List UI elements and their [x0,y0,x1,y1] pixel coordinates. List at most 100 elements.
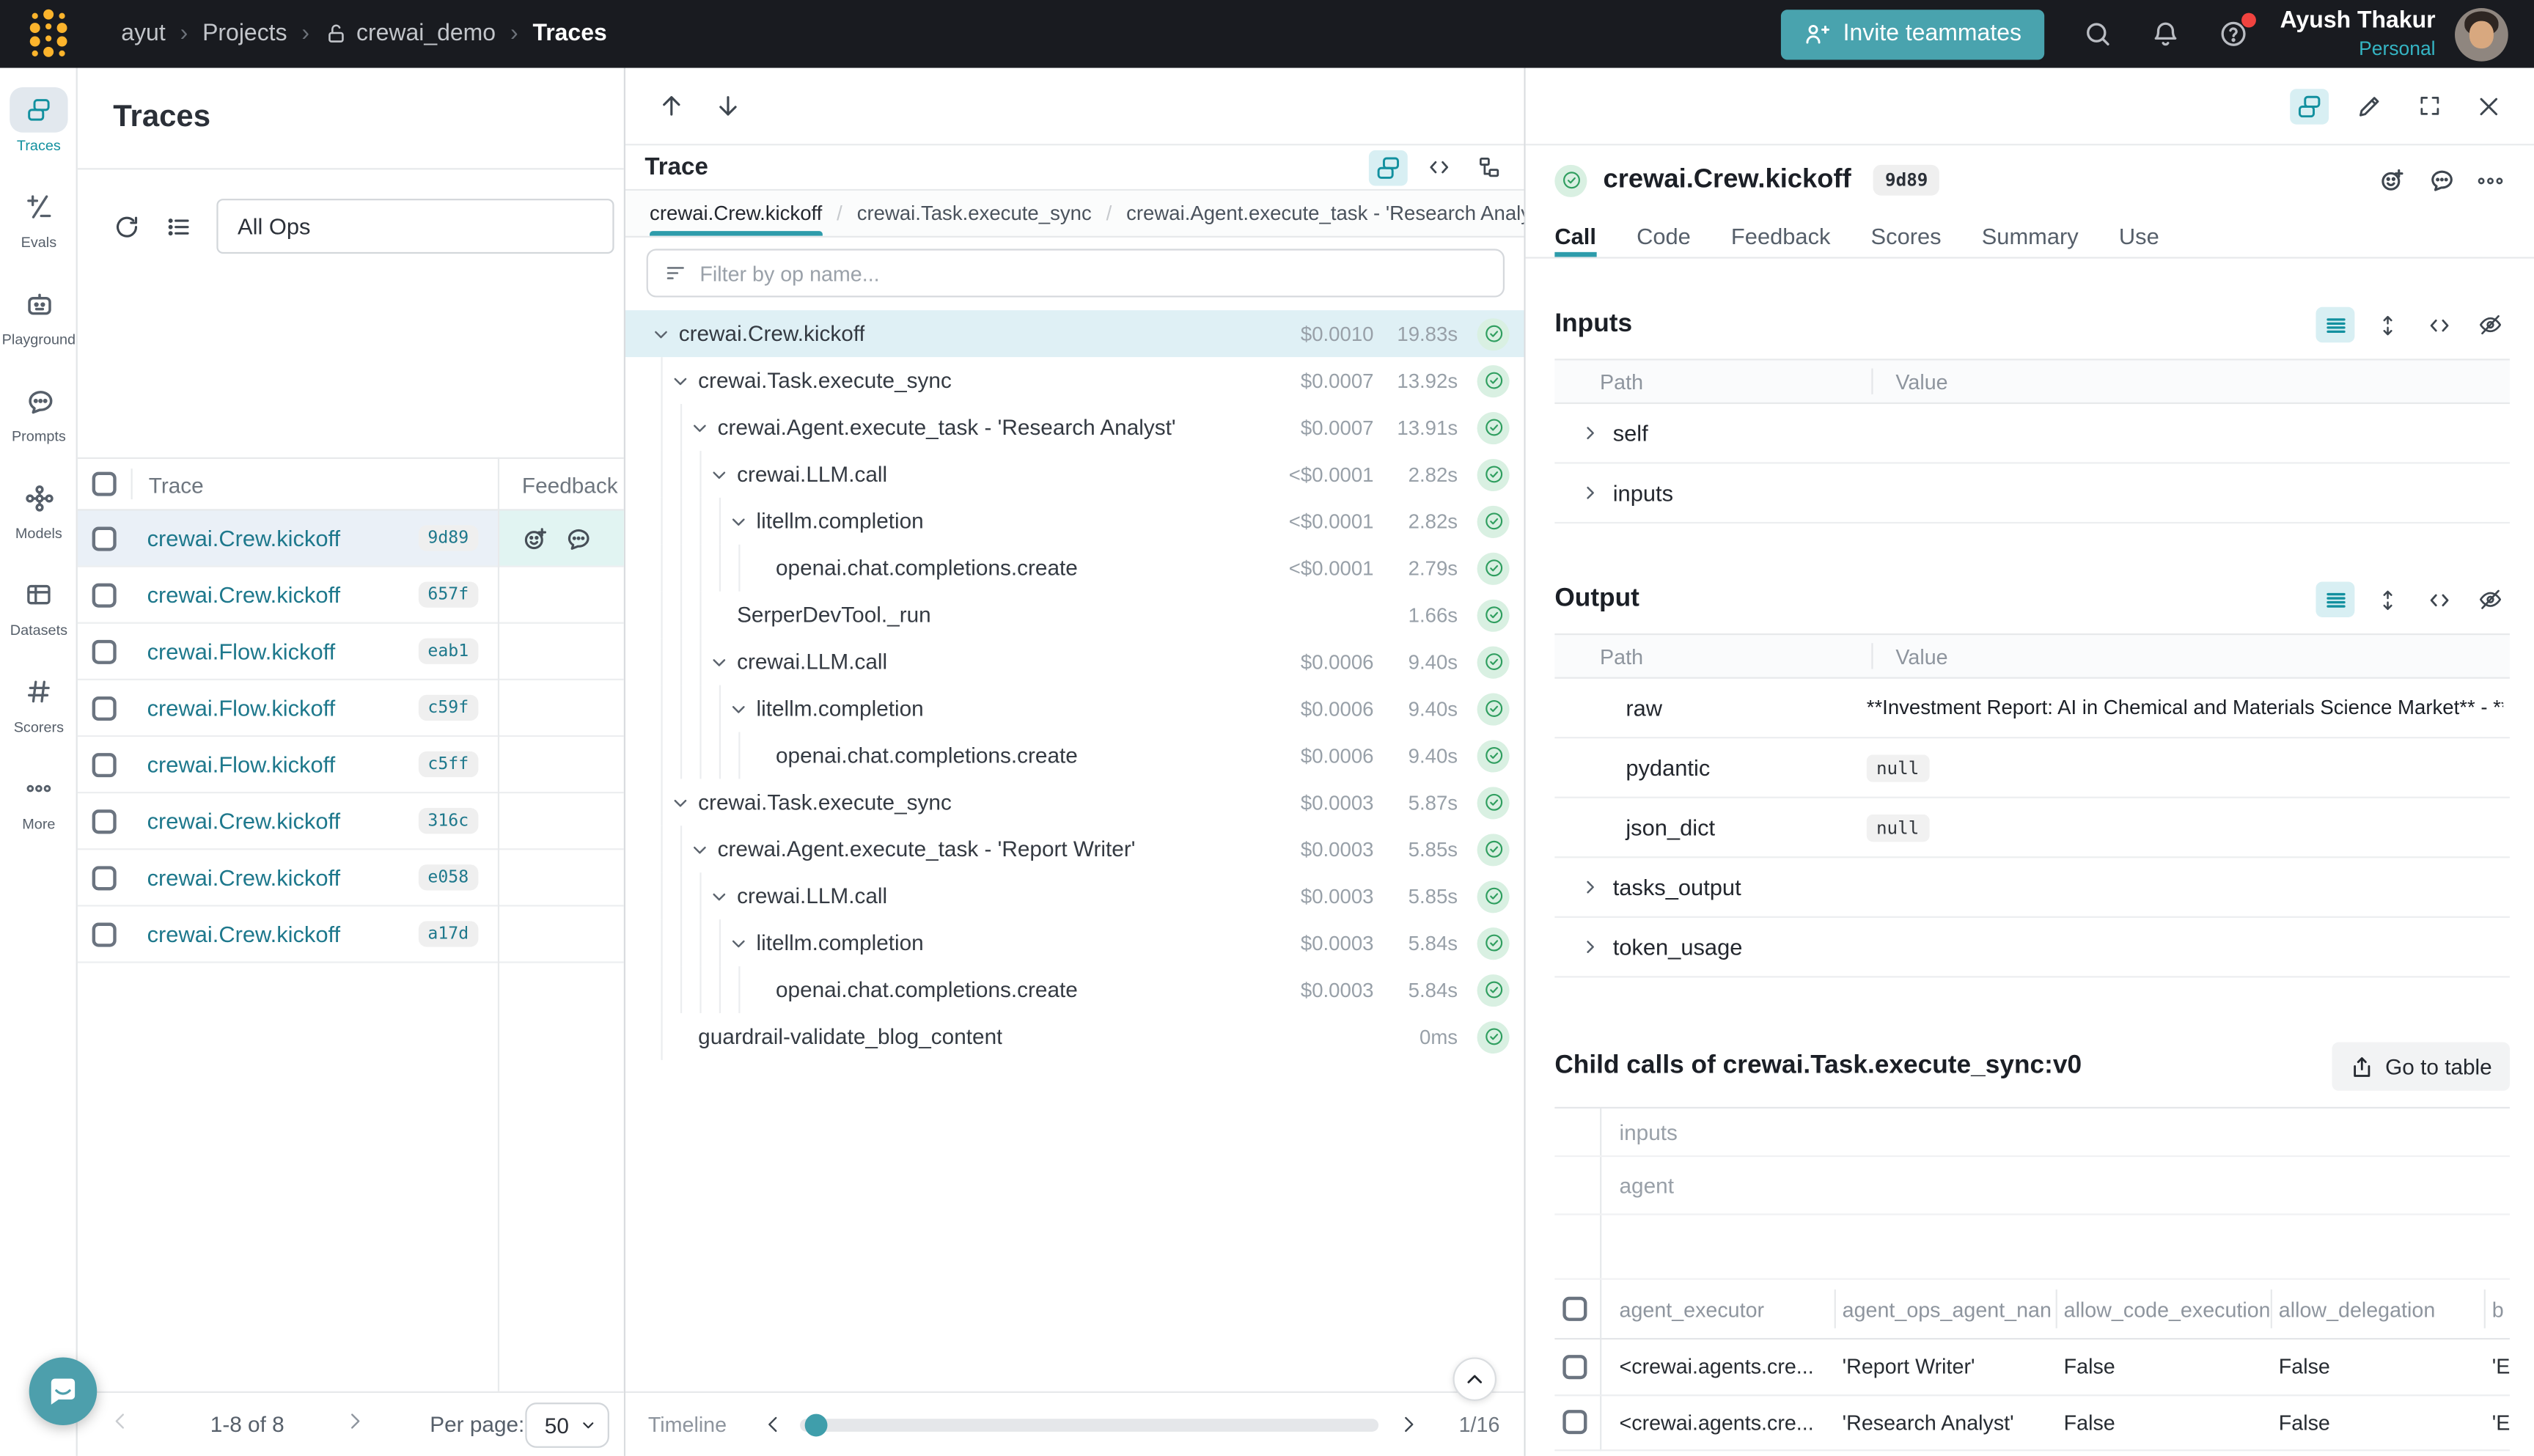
table-row[interactable]: crewai.Crew.kickoffe058 [78,850,624,906]
trace-link[interactable]: crewai.Crew.kickoff [147,921,341,946]
io-row[interactable]: pydanticnull [1554,738,2510,798]
tree-row[interactable]: crewai.LLM.call<$0.00012.82s [625,451,1524,498]
search-icon[interactable] [2083,19,2112,48]
expand-vertical-icon[interactable] [2368,307,2406,342]
tree-row[interactable]: openai.chat.completions.create$0.00035.8… [625,966,1524,1013]
tree-row[interactable]: SerperDevTool._run1.66s [625,592,1524,639]
code-icon[interactable] [2420,581,2458,617]
trace-link[interactable]: crewai.Flow.kickoff [147,639,336,664]
timeline-slider[interactable] [799,1418,1378,1431]
sidebar-item-models[interactable]: Models [0,475,78,572]
expand-icon[interactable] [2409,88,2448,123]
io-row[interactable]: raw**Investment Report: AI in Chemical a… [1554,679,2510,739]
rows-icon[interactable] [2316,307,2354,342]
go-to-table-button[interactable]: Go to table [2332,1043,2510,1091]
expand-vertical-icon[interactable] [2368,581,2406,617]
trace-link[interactable]: crewai.Crew.kickoff [147,808,341,834]
trace-tab[interactable]: crewai.Crew.kickoff [650,191,822,236]
wandb-logo[interactable] [27,8,69,60]
eye-off-icon[interactable] [2471,581,2510,617]
io-row[interactable]: json_dictnull [1554,798,2510,858]
tree-row[interactable]: crewai.Crew.kickoff$0.001019.83s [625,310,1524,357]
chevron-down-icon[interactable] [729,512,756,531]
table-row[interactable]: crewai.Crew.kickoff9d89 [78,510,624,567]
timeline-slider-thumb[interactable] [804,1413,827,1435]
refresh-icon[interactable] [113,213,140,240]
tree-row[interactable]: crewai.Task.execute_sync$0.00035.87s [625,779,1524,826]
table-row[interactable]: crewai.Flow.kickoffeab1 [78,624,624,680]
chevron-down-icon[interactable] [710,652,737,671]
io-row[interactable]: inputs [1554,464,2510,524]
timeline-next-icon[interactable] [1398,1414,1419,1435]
chevron-right-icon[interactable] [1581,423,1600,442]
chevron-right-icon[interactable] [1581,483,1600,502]
row-checkbox[interactable] [92,809,117,833]
bell-icon[interactable] [2151,19,2180,48]
tab-feedback[interactable]: Feedback [1731,215,1831,257]
row-checkbox[interactable] [92,526,117,550]
trace-link[interactable]: crewai.Crew.kickoff [147,525,341,551]
sidebar-item-more[interactable]: More [0,766,78,863]
row-checkbox[interactable] [92,922,117,946]
sidebar-item-prompts[interactable]: Prompts [0,378,78,475]
page-prev-icon[interactable] [110,1411,131,1432]
chevron-down-icon[interactable] [671,793,698,812]
collapse-up-button[interactable] [1453,1357,1496,1401]
tab-call[interactable]: Call [1554,215,1596,257]
rows-icon[interactable] [2316,581,2354,617]
tree-row[interactable]: crewai.LLM.call$0.00069.40s [625,639,1524,685]
breadcrumb-projects[interactable]: Projects [202,21,287,47]
code-icon[interactable] [2420,307,2458,342]
tree-row[interactable]: litellm.completion$0.00035.84s [625,919,1524,966]
code-view-icon[interactable] [1419,150,1458,185]
tree-row[interactable]: litellm.completion<$0.00012.82s [625,498,1524,545]
sidebar-item-datasets[interactable]: Datasets [0,572,78,669]
chevron-down-icon[interactable] [690,418,717,437]
trace-tab[interactable]: crewai.Task.execute_sync [857,191,1092,236]
timeline-prev-icon[interactable] [763,1414,784,1435]
smiley-plus-icon[interactable] [2379,166,2406,194]
trace-link[interactable]: crewai.Flow.kickoff [147,695,336,721]
eye-off-icon[interactable] [2471,307,2510,342]
table-row[interactable]: crewai.Crew.kickoffa17d [78,907,624,963]
trace-tab[interactable]: crewai.Agent.execute_task - 'Research An… [1126,191,1524,236]
select-all-checkbox[interactable] [92,472,117,496]
tree-row[interactable]: crewai.LLM.call$0.00035.85s [625,872,1524,919]
smiley-plus-icon[interactable] [522,524,549,551]
row-checkbox[interactable] [92,639,117,663]
chevron-right-icon[interactable] [1581,937,1600,956]
avatar[interactable] [2455,7,2508,61]
row-checkbox[interactable] [92,865,117,889]
tab-use[interactable]: Use [2119,215,2159,257]
row-checkbox[interactable] [1562,1355,1587,1379]
tree-row[interactable]: crewai.Agent.execute_task - 'Research An… [625,404,1524,451]
chevron-down-icon[interactable] [690,839,717,858]
tree-row[interactable]: guardrail-validate_blog_content0ms [625,1013,1524,1060]
sidebar-item-scorers[interactable]: Scorers [0,669,78,765]
chat-bubble-button[interactable] [29,1357,98,1425]
pencil-icon[interactable] [2350,88,2389,123]
user-info[interactable]: Ayush Thakur Personal [2280,7,2436,61]
per-page-select[interactable]: 50 [525,1402,609,1448]
arrow-down-icon[interactable] [714,92,741,120]
trace-link[interactable]: crewai.Crew.kickoff [147,864,341,890]
chevron-down-icon[interactable] [729,933,756,952]
io-row[interactable]: tasks_output [1554,858,2510,918]
flame-view-icon[interactable] [1469,150,1508,185]
breadcrumb-page[interactable]: Traces [532,21,606,47]
tree-row[interactable]: crewai.Task.execute_sync$0.000713.92s [625,357,1524,404]
arrow-up-icon[interactable] [658,92,685,120]
tab-scores[interactable]: Scores [1871,215,1942,257]
trace-view-icon[interactable] [2290,88,2329,123]
op-filter-input[interactable] [699,261,1486,285]
sidebar-item-playground[interactable]: Playground [0,282,78,378]
tree-row[interactable]: crewai.Agent.execute_task - 'Report Writ… [625,826,1524,872]
chevron-down-icon[interactable] [671,371,698,390]
tree-view-icon[interactable] [1369,150,1408,185]
row-checkbox[interactable] [1562,1411,1587,1435]
trace-link[interactable]: crewai.Flow.kickoff [147,751,336,777]
tab-code[interactable]: Code [1637,215,1691,257]
help-icon[interactable] [2219,19,2248,48]
io-row[interactable]: self [1554,404,2510,464]
chevron-down-icon[interactable] [729,699,756,718]
